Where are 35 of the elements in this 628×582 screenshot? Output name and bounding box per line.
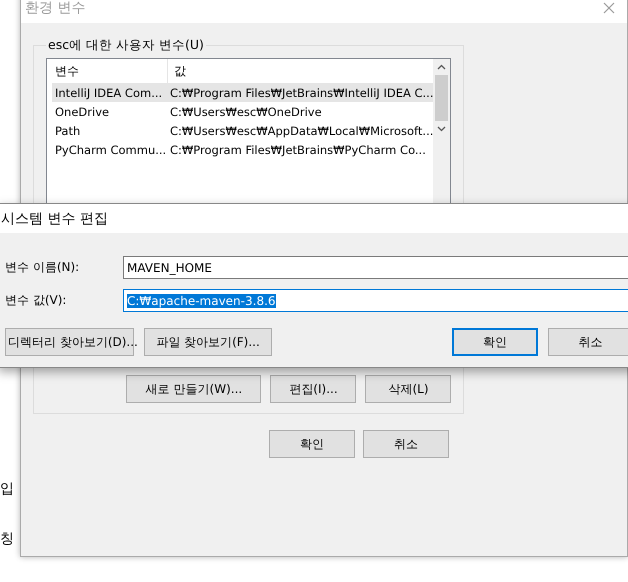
variable-name: IntelliJ IDEA Com...: [54, 86, 164, 100]
variable-value: C:₩Program Files₩JetBrains₩IntelliJ IDEA C...: [169, 86, 434, 100]
page-text: 입: [0, 480, 14, 498]
window-title: 환경 변수: [25, 0, 86, 17]
browse-button[interactable]: 파일 찾아보기(F)...: [144, 328, 272, 356]
variable-name: Path: [54, 124, 82, 138]
close-icon[interactable]: [603, 2, 615, 14]
group-label: esc에 대한 사용자 변수(U): [47, 37, 205, 54]
page-text: 칭: [0, 530, 14, 548]
variable-value: C:₩Program Files₩JetBrains₩PyCharm Co...: [169, 142, 427, 156]
list-row[interactable]: OneDrive C:₩Users₩esc₩OneDrive: [52, 102, 434, 121]
field-label: 변수 이름(N):: [5, 259, 80, 276]
variable-value: C:₩Users₩esc₩AppData₩Local₩Microsoft...: [169, 124, 434, 138]
variable-name: PyCharm Commu...: [54, 142, 167, 156]
dialog-button[interactable]: 확인: [452, 328, 538, 356]
input-field[interactable]: C:₩apache-maven-3.8.6: [123, 289, 628, 312]
variable-name: OneDrive: [54, 104, 110, 118]
browse-button[interactable]: 디렉터리 찾아보기(D)...: [5, 328, 134, 356]
scroll-up-icon[interactable]: [437, 64, 446, 70]
dialog-button[interactable]: 편집(I)...: [270, 375, 356, 403]
list-row[interactable]: PyCharm Commu... C:₩Program Files₩JetBrains₩PyCharm Co...: [52, 140, 434, 159]
scroll-down-icon[interactable]: [437, 126, 446, 132]
dialog-button[interactable]: 확인: [269, 430, 355, 458]
window-title: 시스템 변수 편집: [1, 210, 108, 228]
list-row[interactable]: IntelliJ IDEA Com... C:₩Program Files₩JetBrains₩IntelliJ IDEA C...: [52, 83, 434, 102]
list-row[interactable]: Path C:₩Users₩esc₩AppData₩Local₩Microsoft...: [52, 121, 434, 140]
dialog-button[interactable]: 새로 만들기(W)...: [126, 375, 262, 403]
field-label: 변수 값(V):: [5, 292, 68, 309]
scrollbar-thumb[interactable]: [435, 75, 448, 121]
input-field[interactable]: MAVEN_HOME: [123, 256, 628, 279]
column-header[interactable]: 값: [168, 59, 434, 83]
variable-value: C:₩Users₩esc₩OneDrive: [169, 104, 323, 118]
dialog-button[interactable]: 취소: [548, 328, 628, 356]
dialog-button[interactable]: 취소: [363, 430, 449, 458]
dialog-button[interactable]: 삭제(L): [365, 375, 452, 403]
